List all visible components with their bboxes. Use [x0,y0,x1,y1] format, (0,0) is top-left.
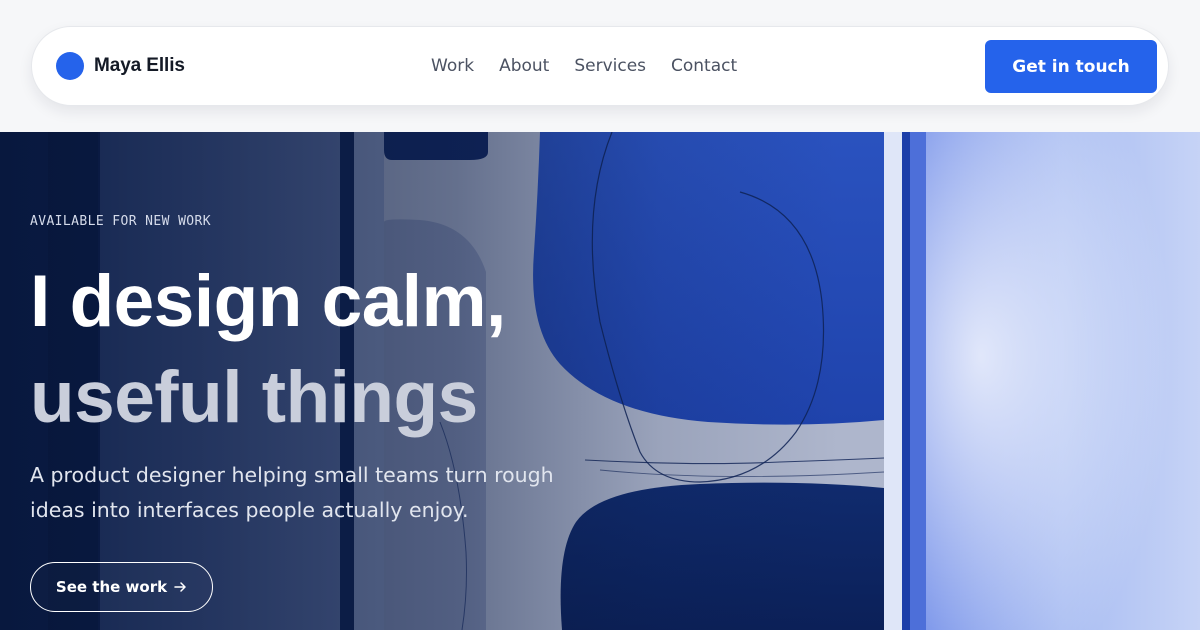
headline-line-2: useful things [30,357,478,438]
nav-link-work[interactable]: Work [431,56,474,76]
brand-name: Maya Ellis [94,55,185,76]
subtext-line-2: ideas into interfaces people actually en… [30,498,469,522]
nav-link-about[interactable]: About [499,56,549,76]
availability-eyebrow: AVAILABLE FOR NEW WORK [30,214,211,229]
nav-link-services[interactable]: Services [574,56,646,76]
headline-line-1: I design calm, [30,261,506,342]
hero-headline: I design calm, useful things [30,254,506,446]
see-the-work-button[interactable]: See the work [30,562,213,612]
hero-content: AVAILABLE FOR NEW WORK I design calm, us… [30,132,670,630]
site-header: Maya Ellis Work About Services Contact G… [0,0,1200,132]
arrow-right-icon [174,582,186,592]
subtext-line-1: A product designer helping small teams t… [30,463,554,487]
hero-section: AVAILABLE FOR NEW WORK I design calm, us… [0,132,1200,630]
nav-links: Work About Services Contact [431,27,737,105]
nav-link-contact[interactable]: Contact [671,56,737,76]
get-in-touch-button[interactable]: Get in touch [985,40,1157,93]
hero-subtext: A product designer helping small teams t… [30,458,630,528]
see-the-work-label: See the work [55,578,168,596]
navbar: Maya Ellis Work About Services Contact G… [31,26,1169,106]
brand-link[interactable]: Maya Ellis [56,27,185,105]
brand-logo-dot [56,52,84,80]
